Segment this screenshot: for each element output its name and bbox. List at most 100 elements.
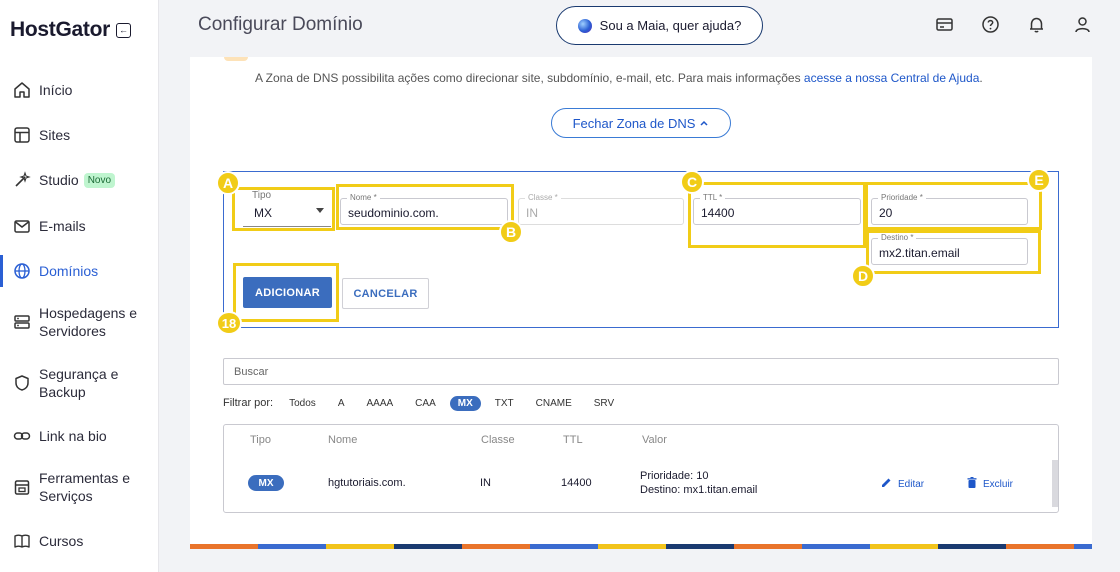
sidebar-item-label: Hospedagens e Servidores bbox=[39, 305, 138, 339]
decorative-stripe bbox=[190, 544, 1092, 549]
layout-icon bbox=[12, 125, 32, 145]
annotation-marker-step: 18 bbox=[216, 311, 242, 335]
record-filters: Filtrar por: Todos A AAAA CAA MX TXT CNA… bbox=[223, 395, 628, 411]
ttl-field[interactable]: TTL * 14400 bbox=[693, 193, 861, 225]
trash-icon bbox=[967, 477, 977, 491]
edit-record-button[interactable]: Editar bbox=[881, 477, 924, 491]
delete-label: Excluir bbox=[983, 478, 1014, 490]
edit-label: Editar bbox=[898, 478, 925, 490]
card-accent bbox=[224, 57, 248, 61]
delete-record-button[interactable]: Excluir bbox=[967, 477, 1013, 491]
record-destination: Destino: mx1.titan.email bbox=[640, 484, 758, 496]
server-icon bbox=[12, 312, 32, 332]
annotation-marker-c: C bbox=[680, 170, 704, 194]
filter-chip-todos[interactable]: Todos bbox=[281, 396, 324, 411]
caret-down-icon bbox=[316, 208, 324, 213]
name-value: seudominio.com. bbox=[348, 206, 439, 220]
sidebar-item-label: Ferramentas e Serviços bbox=[39, 470, 131, 504]
page-title: Configurar Domínio bbox=[198, 14, 363, 35]
name-label: Nome * bbox=[347, 193, 380, 203]
help-icon[interactable] bbox=[980, 14, 1000, 34]
filter-chip-txt[interactable]: TXT bbox=[487, 396, 522, 411]
filter-chip-caa[interactable]: CAA bbox=[407, 396, 444, 411]
filter-chip-aaaa[interactable]: AAAA bbox=[358, 396, 401, 411]
sidebar-item-ferramentas[interactable]: Ferramentas e Serviços bbox=[0, 469, 159, 505]
annotation-marker-d: D bbox=[851, 264, 875, 288]
annotation-marker-a: A bbox=[216, 171, 240, 195]
type-label: Tipo bbox=[249, 191, 275, 201]
column-header-ttl: TTL bbox=[563, 434, 583, 446]
close-dns-label: Fechar Zona de DNS bbox=[572, 115, 696, 131]
add-button[interactable]: ADICIONAR bbox=[243, 277, 332, 308]
top-icons bbox=[934, 14, 1092, 34]
filter-chip-srv[interactable]: SRV bbox=[586, 396, 622, 411]
brand-name: HostGator bbox=[10, 18, 110, 41]
class-value: IN bbox=[526, 206, 538, 220]
sidebar-item-label: Início bbox=[39, 82, 73, 98]
dns-info-end: . bbox=[979, 71, 983, 85]
cancel-button[interactable]: CANCELAR bbox=[342, 278, 429, 309]
help-center-link[interactable]: acesse a nossa Central de Ajuda bbox=[804, 71, 979, 85]
priority-value: 20 bbox=[879, 206, 893, 220]
annotation-marker-e: E bbox=[1027, 168, 1051, 192]
filter-label: Filtrar por: bbox=[223, 397, 274, 409]
sidebar-item-sites[interactable]: Sites bbox=[0, 125, 159, 145]
collapse-sidebar-icon[interactable]: ← bbox=[115, 22, 131, 38]
card-icon[interactable] bbox=[934, 14, 954, 34]
tools-icon bbox=[12, 477, 32, 497]
dns-info-text: A Zona de DNS possibilita ações como dir… bbox=[255, 71, 983, 85]
record-ttl: 14400 bbox=[561, 477, 592, 489]
sidebar-item-dominios[interactable]: Domínios bbox=[0, 255, 159, 287]
column-header-nome: Nome bbox=[328, 434, 358, 446]
assistant-button[interactable]: Sou a Maia, quer ajuda? bbox=[556, 6, 763, 45]
record-class: IN bbox=[480, 477, 491, 489]
assistant-label: Sou a Maia, quer ajuda? bbox=[599, 18, 742, 33]
dns-records-table: Tipo Nome Classe TTL Valor MX hgtutoriai… bbox=[223, 424, 1059, 513]
filter-chip-mx[interactable]: MX bbox=[449, 395, 481, 411]
sidebar-item-studio[interactable]: Studio Novo bbox=[0, 170, 159, 190]
table-scrollbar[interactable] bbox=[1052, 460, 1058, 507]
user-icon[interactable] bbox=[1072, 14, 1092, 34]
globe-icon bbox=[12, 261, 32, 281]
book-icon bbox=[12, 531, 32, 551]
sidebar-item-label: Sites bbox=[39, 127, 71, 143]
filter-chip-a[interactable]: A bbox=[330, 396, 353, 411]
sidebar-item-label: Studio bbox=[39, 172, 79, 188]
sidebar-item-label: E-mails bbox=[39, 218, 86, 234]
destination-label: Destino * bbox=[878, 233, 917, 243]
sidebar-item-hospedagens[interactable]: Hospedagens e Servidores bbox=[0, 304, 159, 340]
destination-field[interactable]: Destino * mx2.titan.email bbox=[871, 233, 1028, 265]
brand-logo[interactable]: HostGator ← bbox=[10, 18, 131, 42]
record-search-input[interactable]: Buscar bbox=[223, 358, 1059, 385]
ttl-label: TTL * bbox=[700, 193, 726, 203]
shield-icon bbox=[12, 373, 32, 393]
destination-value: mx2.titan.email bbox=[879, 246, 960, 260]
class-label: Classe * bbox=[525, 193, 561, 203]
sidebar-item-link-na-bio[interactable]: Link na bio bbox=[0, 426, 159, 446]
record-priority: Prioridade: 10 bbox=[640, 470, 709, 482]
column-header-classe: Classe bbox=[481, 434, 515, 446]
assistant-orb-icon bbox=[577, 18, 592, 33]
name-field[interactable]: Nome * seudominio.com. bbox=[340, 193, 508, 225]
record-name: hgtutoriais.com. bbox=[328, 477, 406, 489]
column-header-valor: Valor bbox=[642, 434, 667, 446]
sidebar-item-emails[interactable]: E-mails bbox=[0, 216, 159, 236]
sidebar-item-seguranca[interactable]: Segurança e Backup bbox=[0, 365, 159, 401]
ttl-value: 14400 bbox=[701, 206, 735, 220]
pencil-icon bbox=[881, 477, 892, 491]
bell-icon[interactable] bbox=[1026, 14, 1046, 34]
close-dns-zone-button[interactable]: Fechar Zona de DNS bbox=[551, 108, 731, 138]
sidebar-item-cursos[interactable]: Cursos bbox=[0, 531, 159, 551]
annotation-marker-b: B bbox=[499, 220, 523, 244]
chevron-up-icon bbox=[699, 116, 709, 131]
sidebar-item-inicio[interactable]: Início bbox=[0, 80, 159, 100]
dns-info-body: A Zona de DNS possibilita ações como dir… bbox=[255, 71, 804, 85]
type-select[interactable]: Tipo MX bbox=[243, 191, 331, 227]
column-header-tipo: Tipo bbox=[250, 434, 271, 446]
magic-wand-icon bbox=[12, 170, 32, 190]
filter-chip-cname[interactable]: CNAME bbox=[528, 396, 580, 411]
priority-label: Prioridade * bbox=[878, 193, 926, 203]
priority-field[interactable]: Prioridade * 20 bbox=[871, 193, 1028, 225]
sidebar-item-label: Segurança e Backup bbox=[39, 366, 119, 400]
sidebar-item-label: Cursos bbox=[39, 533, 84, 549]
